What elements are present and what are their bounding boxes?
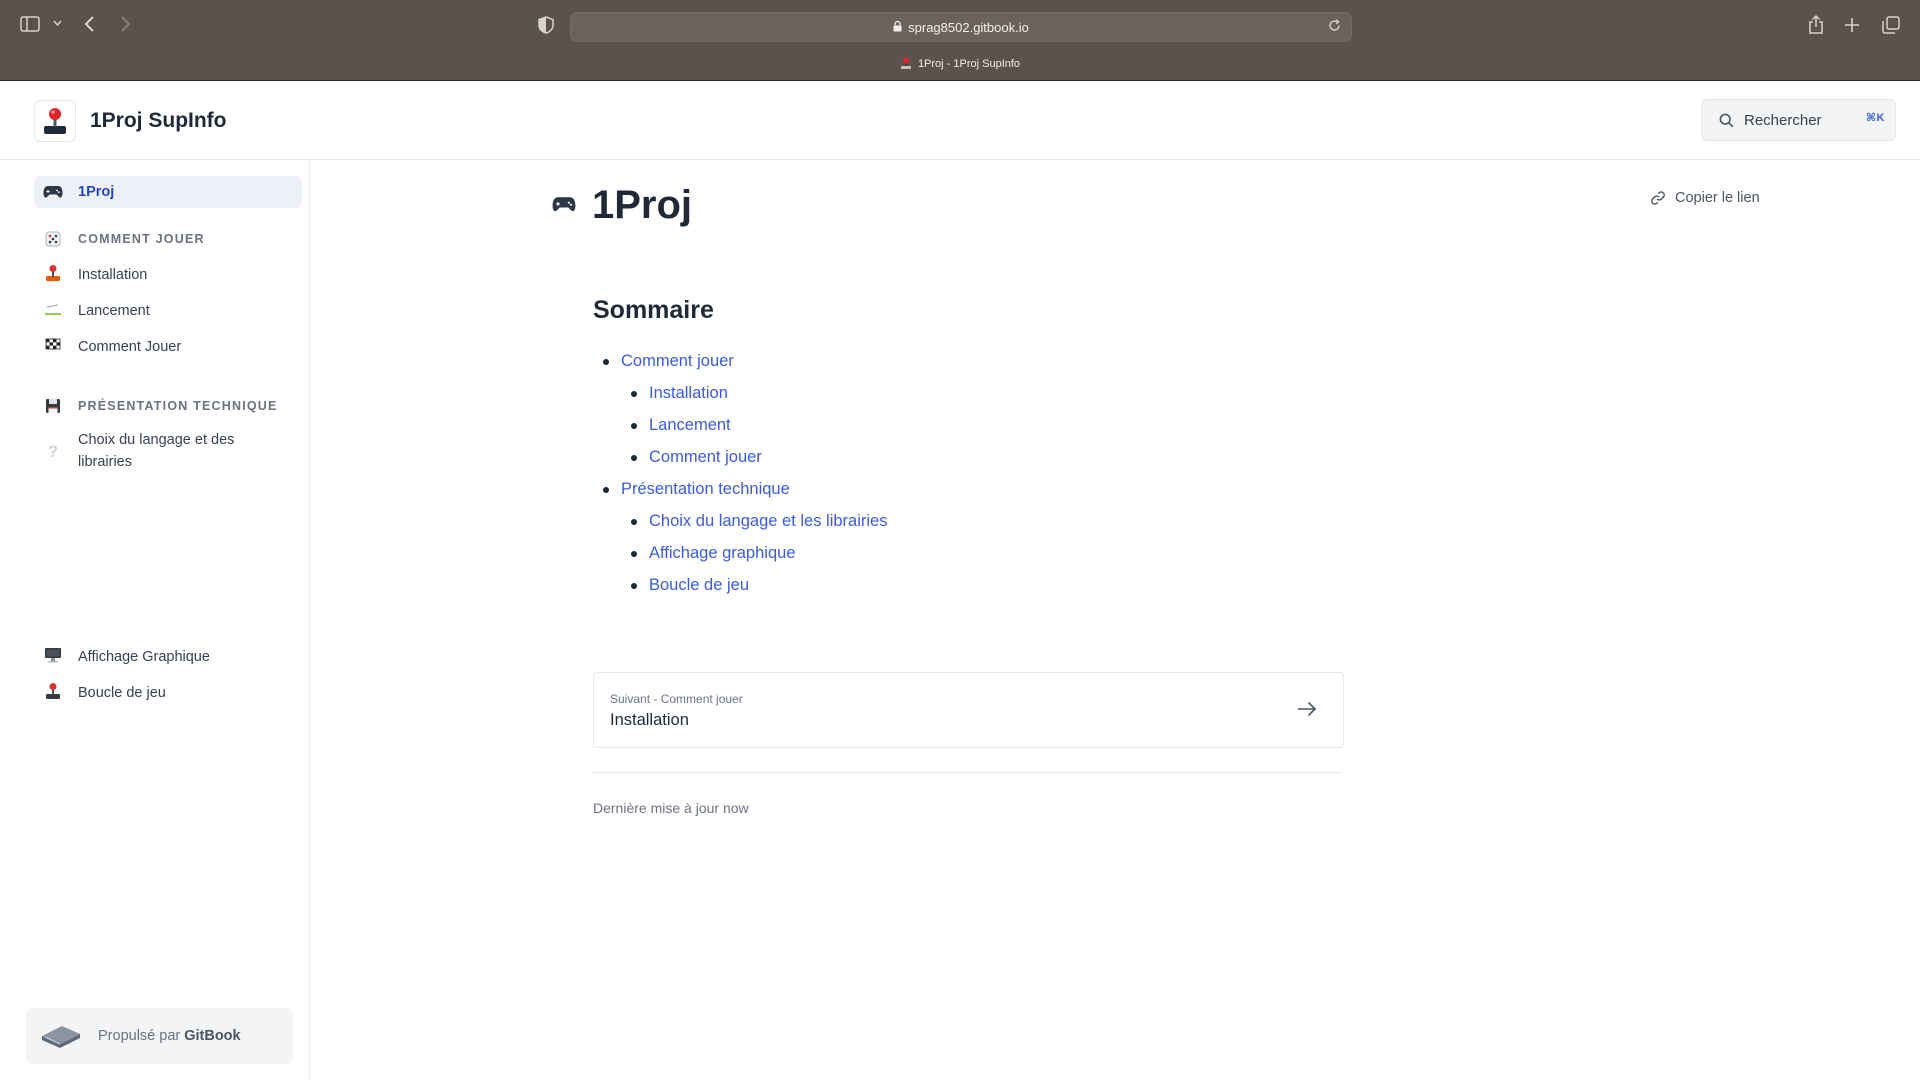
toc-link-label: Lancement [649,416,731,434]
sidebar-item-boucle-de-jeu[interactable]: Boucle de jeu [34,682,302,704]
sidebar-section-comment-jouer[interactable]: COMMENT JOUER [34,230,205,248]
launch-icon [42,300,64,318]
joystick-icon [42,682,64,700]
sidebar-section-label: PRÉSENTATION TECHNIQUE [78,399,278,413]
next-page-caption: Suivant - Comment jouer [610,692,743,706]
sidebar-item-affichage-graphique[interactable]: Affichage Graphique [34,646,302,668]
tab-title-text: 1Proj - 1Proj SupInfo [917,57,1021,70]
sidebar-item-installation[interactable]: Installation [34,264,302,286]
bullet [631,518,637,525]
bullet [631,550,637,557]
sidebar-item-label: Installation [78,267,148,283]
url-text: sprag8502.gitbook.io [908,19,1029,35]
next-page-title: Installation [610,711,689,729]
sidebar-item-label: 1Proj [78,184,115,200]
powered-by-gitbook[interactable]: Propulsé par GitBook [26,1008,293,1064]
next-page-card[interactable]: Suivant - Comment jouer Installation [593,672,1344,748]
sidebar-item-label: Affichage Graphique [78,649,210,665]
desktop-computer-icon [42,646,64,664]
tab-title[interactable]: 1Proj - 1Proj SupInfo [0,57,1920,70]
toc-link[interactable]: Lancement [631,416,731,435]
gitbook-logo-icon [40,1022,82,1050]
favicon-joystick-icon [900,57,911,69]
reload-icon[interactable] [1328,19,1341,35]
toc-link-label: Comment jouer [621,352,734,370]
toc-link[interactable]: Boucle de jeu [631,576,749,595]
sidebar-item-label: Boucle de jeu [78,685,166,701]
divider [593,772,1342,773]
powered-brand: GitBook [184,1028,241,1044]
toc-link[interactable]: Affichage graphique [631,544,795,563]
share-icon[interactable] [1808,15,1824,35]
search-label: Rechercher [1744,111,1822,129]
sidebar-section-label: COMMENT JOUER [78,232,205,246]
tabs-overview-icon[interactable] [1882,16,1900,34]
copy-link-button[interactable]: Copier le lien [1650,190,1760,206]
arrow-right-icon [1297,701,1317,717]
sidebar-item-comment-jouer[interactable]: Comment Jouer [34,336,302,358]
bullet [631,582,637,589]
toc-link-label: Choix du langage et les librairies [649,512,888,530]
bullet [603,358,609,365]
gamepad-icon [42,183,64,201]
search-shortcut: ⌘K [1865,112,1885,124]
sidebar-item-label: Lancement [78,303,150,319]
site-logo[interactable] [34,100,76,142]
site-title[interactable]: 1Proj SupInfo [90,109,227,133]
site-header: 1Proj SupInfo Rechercher ⌘K [0,81,1920,160]
browser-toolbar: sprag8502.gitbook.io 1Proj - 1Proj SupIn… [0,0,1920,81]
toc-link[interactable]: Comment jouer [631,448,762,467]
toc-link[interactable]: Présentation technique [603,480,790,499]
sidebar-section-presentation-technique[interactable]: PRÉSENTATION TECHNIQUE [34,397,278,415]
toc-link-label: Installation [649,384,728,402]
toc-link-label: Présentation technique [621,480,790,498]
game-die-icon [42,230,64,248]
shield-icon[interactable] [538,16,554,34]
new-tab-icon[interactable] [1844,17,1860,33]
chevron-down-icon[interactable] [53,19,62,27]
sidebar: 1Proj COMMENT JOUER Installation Lanceme… [0,160,310,1080]
toc-link[interactable]: Installation [631,384,728,403]
search-button[interactable]: Rechercher ⌘K [1701,99,1896,141]
search-icon [1719,113,1734,128]
link-icon [1650,190,1666,206]
summary-heading: Sommaire [593,296,714,324]
sidebar-item-lancement[interactable]: Lancement [34,300,302,322]
toc-link[interactable]: Choix du langage et les librairies [631,512,887,531]
toc-link-label: Comment jouer [649,448,762,466]
back-icon[interactable] [84,16,95,32]
gamepad-icon [552,196,576,218]
sidebar-toggle-icon[interactable] [20,16,40,32]
powered-prefix: Propulsé par [98,1028,181,1044]
copy-link-label: Copier le lien [1675,190,1760,206]
bullet [631,422,637,429]
last-updated-text: Dernière mise à jour now [593,800,749,816]
floppy-disk-icon [42,397,64,415]
sidebar-item-label: Comment Jouer [78,339,182,355]
bullet [631,390,637,397]
address-bar[interactable]: sprag8502.gitbook.io [570,12,1352,42]
sidebar-item-1proj[interactable]: 1Proj [34,176,302,208]
question-mark-icon: ? [47,442,59,461]
sidebar-item-label: Choix du langage et des librairies [78,432,235,470]
page-title: 1Proj [592,183,693,227]
sidebar-item-choix-du-langage[interactable]: ? Choix du langage et des librairies [34,429,302,473]
bullet [603,486,609,493]
toc-link-label: Boucle de jeu [649,576,749,594]
toc-link-label: Affichage graphique [649,544,796,562]
forward-icon[interactable] [120,16,131,32]
bullet [631,454,637,461]
toc-link[interactable]: Comment jouer [603,352,734,371]
joystick-icon [44,108,66,134]
checkered-flag-icon [42,336,64,354]
joystick-icon [42,264,64,282]
lock-icon [893,20,902,35]
